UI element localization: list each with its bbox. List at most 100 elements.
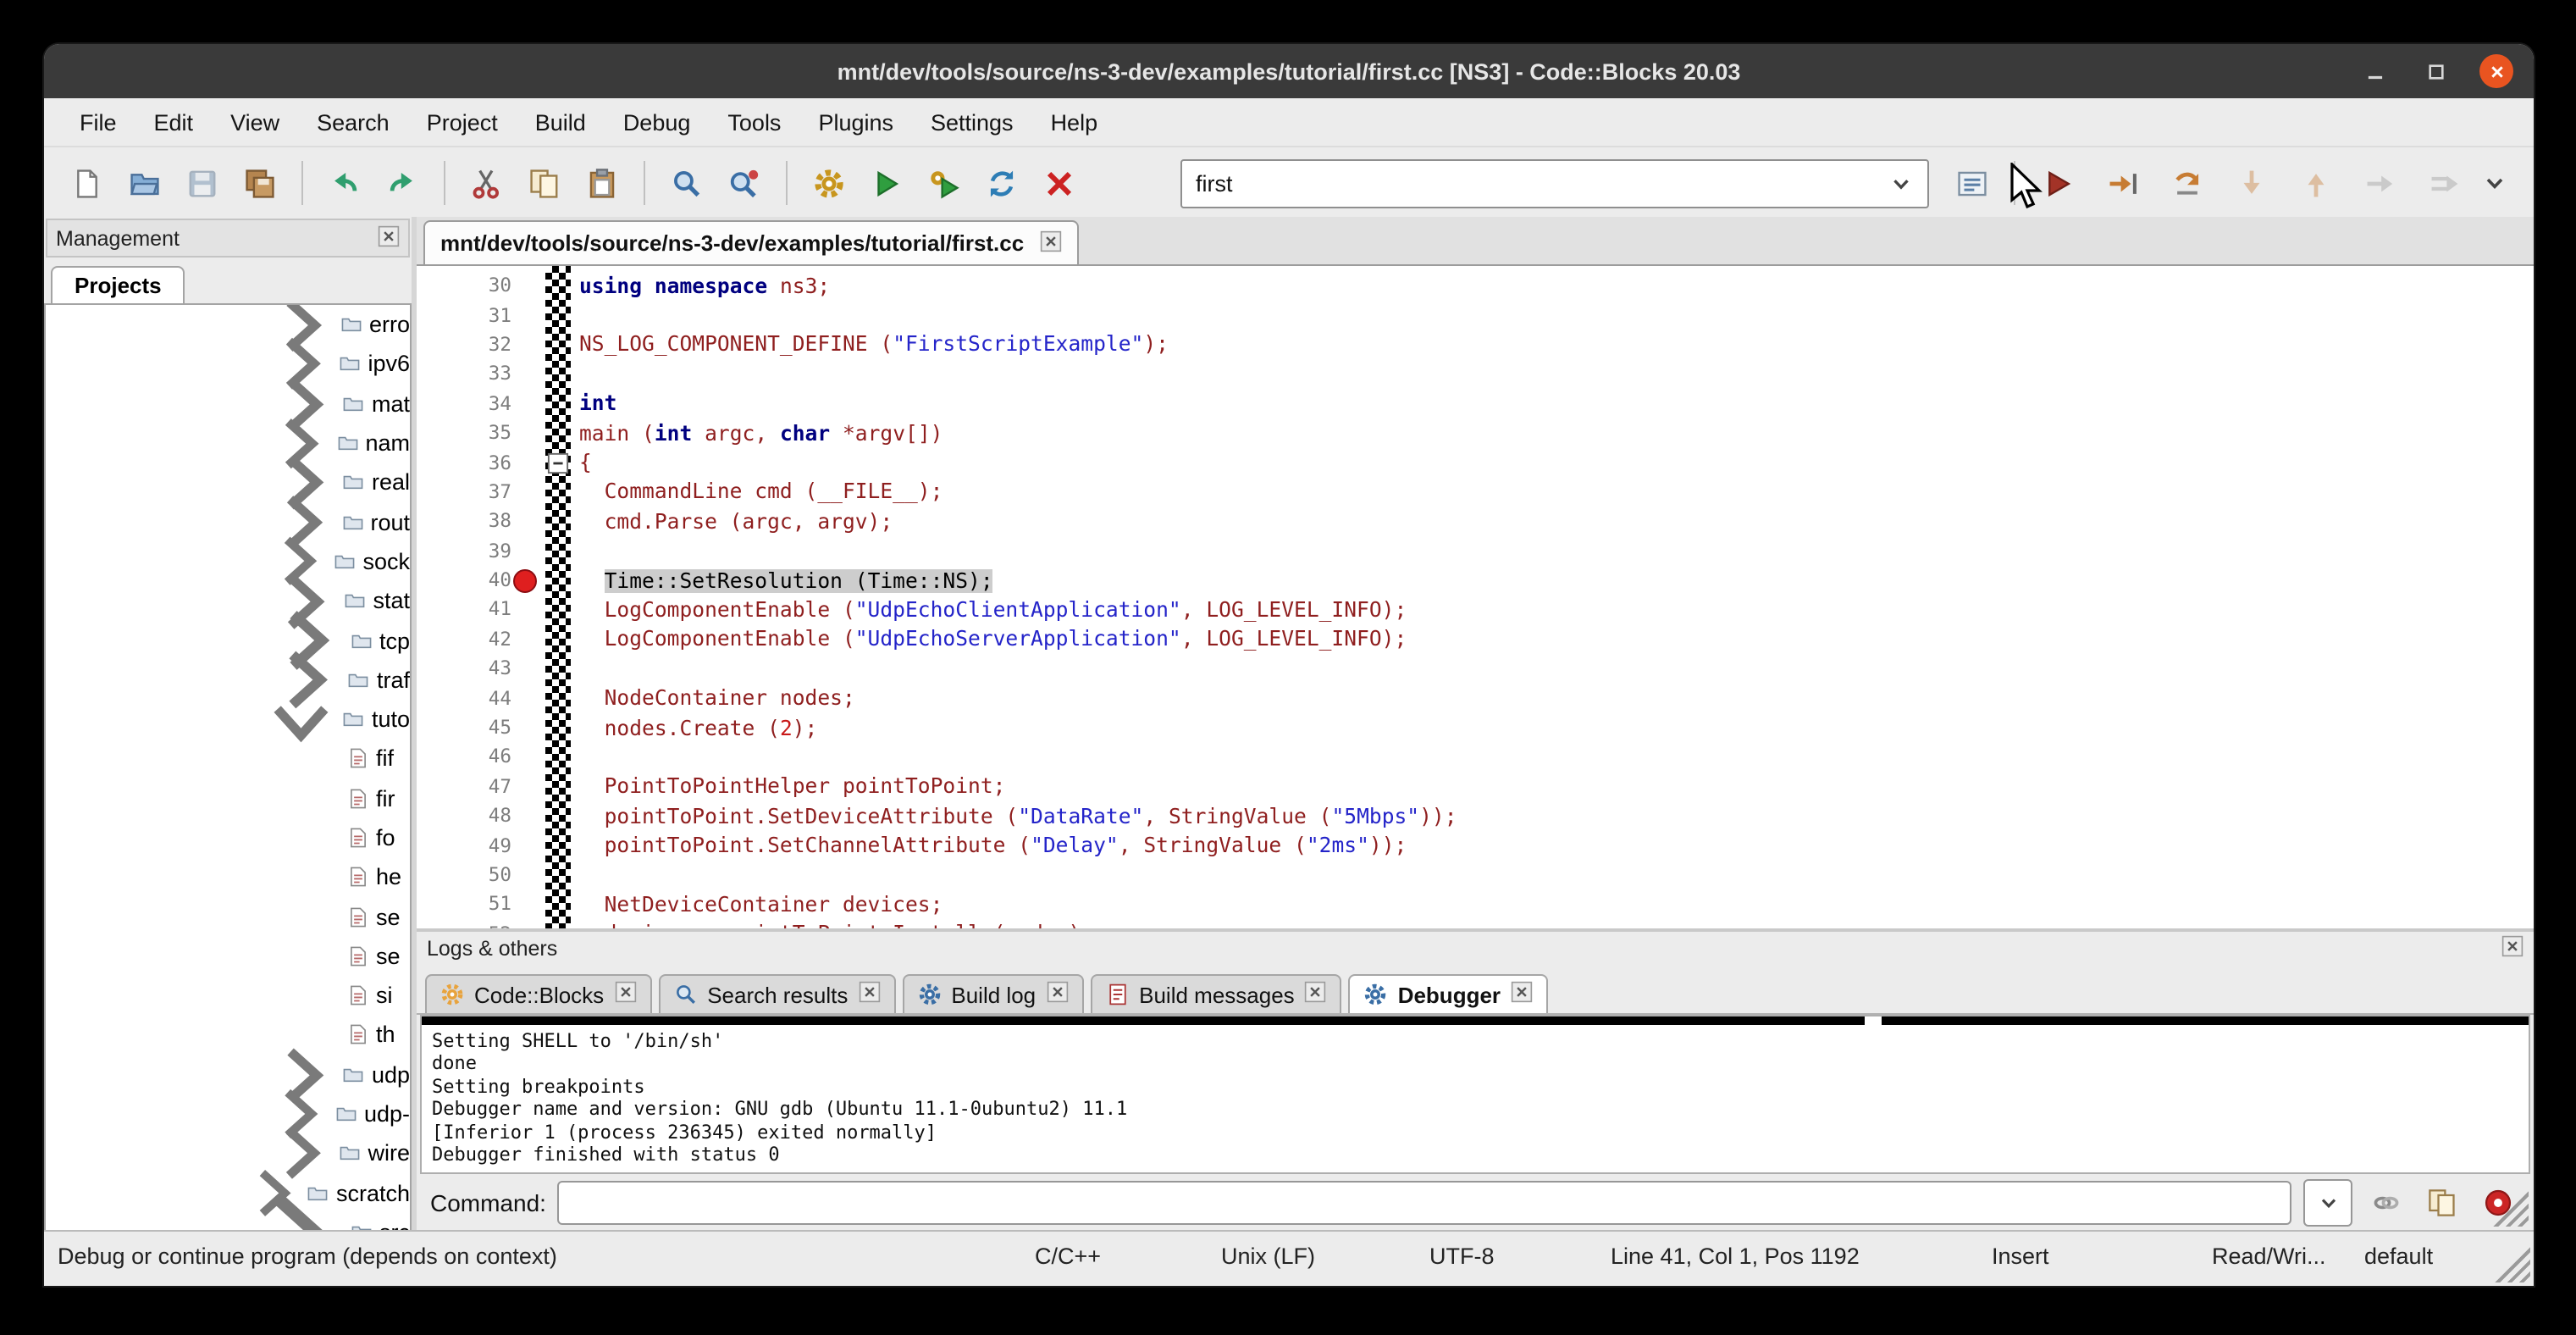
code-line-41[interactable]: 41 LogComponentEnable ("UdpEchoClientApp… xyxy=(417,595,2534,625)
close-log-tab-button[interactable] xyxy=(1511,981,1533,1008)
menu-edit[interactable]: Edit xyxy=(135,102,213,141)
menu-settings[interactable]: Settings xyxy=(912,102,1032,141)
code-line-30[interactable]: 30using namespace ns3; xyxy=(417,271,2534,301)
line-number[interactable]: 48 xyxy=(417,805,511,827)
debugger-log[interactable]: Setting SHELL to '/bin/sh'doneSetting br… xyxy=(420,1015,2530,1174)
new-file-button[interactable] xyxy=(61,157,113,209)
tab-projects[interactable]: Projects xyxy=(51,266,185,303)
code-line-37[interactable]: 37 CommandLine cmd (__FILE__); xyxy=(417,477,2534,507)
code-line-45[interactable]: 45 nodes.Create (2); xyxy=(417,713,2534,743)
close-log-tab-button[interactable] xyxy=(614,981,636,1008)
menu-file[interactable]: File xyxy=(61,102,135,141)
log-tab-build-messages[interactable]: Build messages xyxy=(1090,974,1342,1013)
line-number[interactable]: 46 xyxy=(417,746,511,768)
line-number[interactable]: 37 xyxy=(417,481,511,503)
line-number[interactable]: 40 xyxy=(417,569,511,591)
line-number[interactable]: 36 xyxy=(417,451,511,474)
redo-button[interactable] xyxy=(376,157,428,209)
minimize-button[interactable] xyxy=(2358,54,2391,88)
tree-item-wire[interactable]: wire xyxy=(46,1133,410,1173)
code-line-46[interactable]: 46 xyxy=(417,743,2534,773)
log-tab-search-results[interactable]: Search results xyxy=(658,974,895,1013)
tree-item-ipv6[interactable]: ipv6 xyxy=(46,345,410,385)
menu-project[interactable]: Project xyxy=(408,102,517,141)
close-button[interactable] xyxy=(2479,54,2513,88)
save-all-button[interactable] xyxy=(234,157,286,209)
editor-tab-first-cc[interactable]: mnt/dev/tools/source/ns-3-dev/examples/t… xyxy=(423,220,1078,264)
code-line-51[interactable]: 51 NetDeviceContainer devices; xyxy=(417,889,2534,919)
line-number[interactable]: 51 xyxy=(417,894,511,916)
build-and-run-button[interactable] xyxy=(918,157,970,209)
code-line-42[interactable]: 42 LogComponentEnable ("UdpEchoServerApp… xyxy=(417,624,2534,654)
line-number[interactable]: 32 xyxy=(417,334,511,356)
close-log-tab-button[interactable] xyxy=(1305,981,1327,1008)
fold-marker[interactable] xyxy=(547,452,569,474)
line-number[interactable]: 34 xyxy=(417,393,511,415)
line-number[interactable]: 50 xyxy=(417,864,511,886)
code-line-35[interactable]: 35main (int argc, char *argv[]) xyxy=(417,418,2534,448)
save-button[interactable] xyxy=(176,157,229,209)
line-number[interactable]: 30 xyxy=(417,274,511,296)
find-in-files-button[interactable] xyxy=(718,157,771,209)
abort-build-button[interactable] xyxy=(1033,157,1086,209)
paste-button[interactable] xyxy=(576,157,628,209)
line-number[interactable]: 47 xyxy=(417,776,511,798)
tree-item-fif[interactable]: fif xyxy=(46,740,410,779)
cut-button[interactable] xyxy=(461,157,513,209)
find-button[interactable] xyxy=(661,157,713,209)
titlebar[interactable]: mnt/dev/tools/source/ns-3-dev/examples/t… xyxy=(44,44,2534,98)
menu-help[interactable]: Help xyxy=(1032,102,1117,141)
line-number[interactable]: 49 xyxy=(417,834,511,856)
tree-item-tuto[interactable]: tuto xyxy=(46,700,410,740)
tree-item-real[interactable]: real xyxy=(46,463,410,502)
toolbar-overflow-button[interactable] xyxy=(2474,161,2517,205)
window-resize-grip[interactable] xyxy=(2495,1247,2530,1282)
code-line-40[interactable]: 40 Time::SetResolution (Time::NS); xyxy=(417,566,2534,595)
tree-item-se[interactable]: se xyxy=(46,897,410,937)
select-target-button[interactable] xyxy=(1947,157,1999,209)
code-line-34[interactable]: 34int xyxy=(417,389,2534,418)
command-history-dropdown[interactable] xyxy=(2303,1179,2352,1227)
close-management-button[interactable] xyxy=(378,224,400,252)
code-editor[interactable]: 30using namespace ns3;3132NS_LOG_COMPONE… xyxy=(417,266,2534,928)
open-file-button[interactable] xyxy=(119,157,171,209)
step-out-button[interactable] xyxy=(2289,157,2345,209)
copy-log-button[interactable] xyxy=(2420,1181,2464,1225)
tree-item-sock[interactable]: sock xyxy=(46,542,410,582)
tree-item-mat[interactable]: mat xyxy=(46,384,410,424)
tree-item-traf[interactable]: traf xyxy=(46,660,410,700)
line-number[interactable]: 39 xyxy=(417,540,511,562)
menu-search[interactable]: Search xyxy=(298,102,408,141)
breakpoint-marker[interactable] xyxy=(513,568,537,592)
log-tab-build-log[interactable]: Build log xyxy=(902,974,1083,1013)
rebuild-button[interactable] xyxy=(976,157,1028,209)
copy-button[interactable] xyxy=(518,157,571,209)
close-logs-button[interactable] xyxy=(2501,935,2523,962)
code-line-31[interactable]: 31 xyxy=(417,301,2534,330)
code-line-38[interactable]: 38 cmd.Parse (argc, argv); xyxy=(417,507,2534,536)
close-log-tab-button[interactable] xyxy=(858,981,880,1008)
tree-item-udp[interactable]: udp- xyxy=(46,1094,410,1134)
tree-item-stat[interactable]: stat xyxy=(46,581,410,621)
tree-item-udp[interactable]: udp xyxy=(46,1055,410,1094)
tree-item-fir[interactable]: fir xyxy=(46,778,410,818)
step-into-button[interactable] xyxy=(2225,157,2280,209)
code-line-43[interactable]: 43 xyxy=(417,654,2534,684)
code-line-32[interactable]: 32NS_LOG_COMPONENT_DEFINE ("FirstScriptE… xyxy=(417,330,2534,360)
line-number[interactable]: 33 xyxy=(417,363,511,385)
step-into-instruction-button[interactable] xyxy=(2418,157,2474,209)
code-line-52[interactable]: 52 devices = pointToPoint.Install (nodes… xyxy=(417,919,2534,928)
line-number[interactable]: 44 xyxy=(417,687,511,709)
run-button[interactable] xyxy=(860,157,913,209)
menu-debug[interactable]: Debug xyxy=(605,102,710,141)
line-number[interactable]: 38 xyxy=(417,511,511,533)
line-number[interactable]: 35 xyxy=(417,422,511,444)
attach-button[interactable] xyxy=(2364,1181,2408,1225)
project-tree[interactable]: erroipv6matnamrealroutsockstattcptraftut… xyxy=(44,303,412,1232)
close-log-tab-button[interactable] xyxy=(1046,981,1068,1008)
code-line-36[interactable]: 36{ xyxy=(417,448,2534,478)
code-line-48[interactable]: 48 pointToPoint.SetDeviceAttribute ("Dat… xyxy=(417,801,2534,831)
code-line-39[interactable]: 39 xyxy=(417,536,2534,566)
next-line-button[interactable] xyxy=(2160,157,2216,209)
tree-item-he[interactable]: he xyxy=(46,857,410,897)
